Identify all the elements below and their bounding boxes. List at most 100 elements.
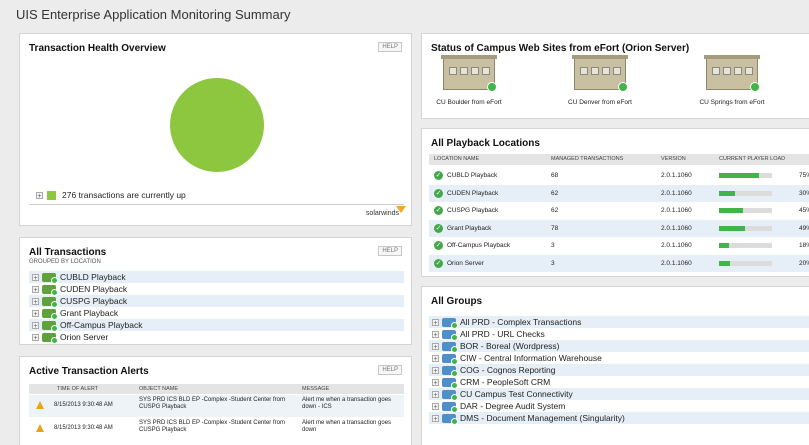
campus-site[interactable]: CU Denver from eFort [565, 55, 635, 106]
help-button[interactable]: HELP [378, 246, 402, 256]
health-pie-chart [170, 78, 264, 172]
panel-title: Transaction Health Overview [29, 43, 166, 54]
expand-icon[interactable]: + [36, 191, 43, 200]
playback-location-name[interactable]: CUBLD Playback [447, 172, 497, 179]
expand-icon[interactable]: + [432, 354, 439, 363]
tree-item[interactable]: + All PRD - URL Checks [429, 328, 809, 341]
tree-item[interactable]: + CUSPG Playback [29, 295, 404, 308]
alerts-table-header: TIME OF ALERT OBJECT NAME MESSAGE [29, 384, 404, 394]
tree-item[interactable]: + All PRD - Complex Transactions [429, 316, 809, 329]
expand-icon[interactable]: + [32, 333, 39, 342]
group-icon [442, 353, 458, 365]
group-icon [42, 320, 58, 332]
campus-site[interactable]: CU Springs from eFort [697, 55, 767, 106]
playback-version: 2.0.1.1060 [661, 172, 692, 179]
playback-version: 2.0.1.1060 [661, 242, 692, 249]
tree-item[interactable]: + Orion Server [29, 331, 404, 344]
expand-icon[interactable]: + [432, 318, 439, 327]
column-header: TIME OF ALERT [57, 386, 99, 392]
alerts-table-body: 8/15/2013 9:30:48 AM SYS PRD ICS BLD EP … [29, 395, 404, 441]
playback-location-name[interactable]: CUDEN Playback [447, 190, 498, 197]
tree-item[interactable]: + CUDEN Playback [29, 283, 404, 296]
expand-icon[interactable]: + [32, 321, 39, 330]
expand-icon[interactable]: + [32, 297, 39, 306]
player-load-bar [719, 190, 772, 196]
managed-transactions: 78 [551, 224, 559, 232]
table-row[interactable]: ✓ Orion Server 3 2.0.1.1060 20% [429, 254, 809, 272]
tree-item[interactable]: + CU Campus Test Connectivity [429, 388, 809, 401]
campus-site-label: CU Springs from eFort [699, 99, 765, 106]
campus-site[interactable]: CU Boulder from eFort [434, 55, 504, 106]
tree-item[interactable]: + CIW - Central Information Warehouse [429, 352, 809, 365]
player-load-fill [719, 173, 759, 178]
panel-title: All Transactions [29, 247, 107, 258]
expand-icon[interactable]: + [432, 342, 439, 351]
playback-version: 2.0.1.1060 [661, 259, 692, 267]
playback-version: 2.0.1.1060 [661, 207, 692, 214]
player-load-value: 49% [799, 224, 809, 232]
playback-location-name[interactable]: CUSPG Playback [447, 207, 498, 214]
expand-icon[interactable]: + [32, 273, 39, 282]
help-button[interactable]: HELP [378, 42, 402, 52]
panel-title: All Playback Locations [431, 138, 540, 149]
player-load-value: 75% [799, 172, 809, 179]
tree-item[interactable]: + CUBLD Playback [29, 271, 404, 284]
tree-item[interactable]: + BOR - Boreal (Wordpress) [429, 340, 809, 353]
expand-icon[interactable]: + [32, 285, 39, 294]
player-load-value: 20% [799, 259, 809, 267]
expand-icon[interactable]: + [432, 390, 439, 399]
building-icon [704, 55, 760, 92]
tree-item[interactable]: + Grant Playback [29, 307, 404, 320]
tree-item[interactable]: + COG - Cognos Reporting [429, 364, 809, 377]
warning-icon [36, 424, 44, 432]
playback-location-name[interactable]: Grant Playback [447, 225, 491, 232]
tree-item-label: BOR - Boreal (Wordpress) [460, 341, 560, 351]
tree-item-label: DMS - Document Management (Singularity) [460, 413, 625, 423]
tree-item[interactable]: + DAR - Degree Audit System [429, 400, 809, 413]
player-load-value: 45% [799, 207, 809, 214]
group-icon [42, 272, 58, 284]
grouping-subtitle: GROUPED BY LOCATION [29, 259, 101, 265]
table-row[interactable]: ✓ CUBLD Playback 68 2.0.1.1060 75% [429, 167, 809, 184]
group-icon [442, 377, 458, 389]
group-icon [442, 401, 458, 413]
expand-icon[interactable]: + [32, 309, 39, 318]
tree-item-label: Grant Playback [60, 308, 119, 318]
table-row[interactable]: ✓ Grant Playback 78 2.0.1.1060 49% [429, 219, 809, 237]
group-icon [42, 332, 58, 344]
player-load-value: 30% [799, 189, 809, 197]
alert-object[interactable]: SYS PRD ICS BLD EP -Complex -Student Cen… [139, 397, 289, 411]
expand-icon[interactable]: + [432, 366, 439, 375]
panel-title: Status of Campus Web Sites from eFort (O… [431, 43, 690, 54]
expand-icon[interactable]: + [432, 378, 439, 387]
solarwinds-flag-icon [396, 206, 406, 213]
table-row[interactable]: 8/15/2013 9:30:48 AM SYS PRD ICS BLD EP … [29, 418, 404, 440]
alert-time: 8/15/2013 9:30:48 AM [54, 402, 113, 408]
expand-icon[interactable]: + [432, 330, 439, 339]
column-header: LOCATION NAME [434, 156, 480, 162]
table-row[interactable]: ✓ CUSPG Playback 62 2.0.1.1060 45% [429, 202, 809, 219]
campus-site-label: CU Boulder from eFort [436, 99, 502, 106]
group-icon [42, 284, 58, 296]
tree-item[interactable]: + DMS - Document Management (Singularity) [429, 412, 809, 425]
player-load-fill [719, 260, 730, 266]
help-button[interactable]: HELP [378, 365, 402, 375]
player-load-bar [719, 208, 772, 213]
status-ok-icon: ✓ [434, 223, 443, 233]
status-ok-icon: ✓ [434, 188, 443, 198]
managed-transactions: 3 [551, 259, 555, 267]
playback-location-name[interactable]: Off-Campus Playback [447, 242, 510, 249]
tree-item[interactable]: + Off-Campus Playback [29, 319, 404, 332]
table-row[interactable]: ✓ Off-Campus Playback 3 2.0.1.1060 18% [429, 237, 809, 254]
playback-location-name[interactable]: Orion Server [447, 260, 484, 267]
table-row[interactable]: 8/15/2013 9:30:48 AM SYS PRD ICS BLD EP … [29, 395, 404, 417]
expand-icon[interactable]: + [432, 414, 439, 423]
player-load-fill [719, 225, 745, 231]
table-row[interactable]: ✓ CUDEN Playback 62 2.0.1.1060 30% [429, 184, 809, 202]
panel-title: All Groups [431, 296, 483, 307]
managed-transactions: 3 [551, 242, 555, 249]
alert-object[interactable]: SYS PRD ICS BLD EP -Complex -Student Cen… [139, 420, 289, 434]
expand-icon[interactable]: + [432, 402, 439, 411]
tree-item[interactable]: + CRM - PeopleSoft CRM [429, 376, 809, 389]
group-icon [442, 329, 458, 341]
